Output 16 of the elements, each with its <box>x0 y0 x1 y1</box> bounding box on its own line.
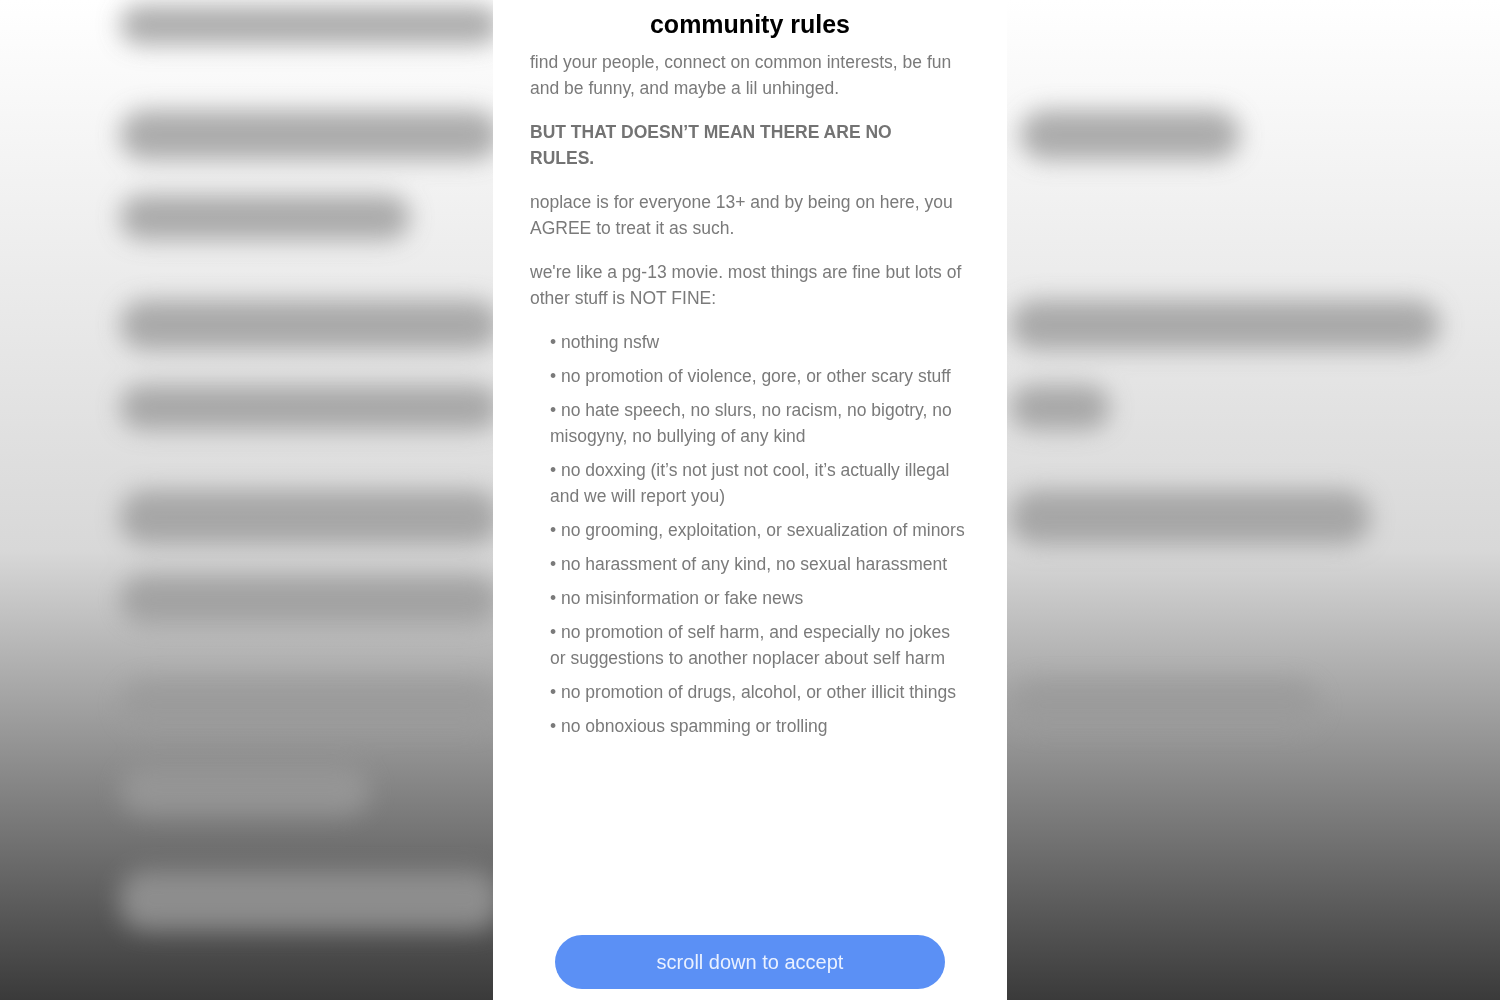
rule-item: • nothing nsfw <box>550 331 661 354</box>
rule-item: • no harassment of any kind, no sexual harassment <box>550 553 949 576</box>
body-text: find your people, connect on common interests, be fun and be funny, and maybe a lil unhinged. <box>530 51 953 100</box>
rule-item: • no misinformation or fake news <box>550 587 805 610</box>
accept-button[interactable]: scroll down to accept <box>555 935 945 989</box>
rule-item: • no promotion of self harm, and especially no jokes or suggestions to another noplacer about self harm <box>550 621 952 670</box>
rules-heading: BUT THAT DOESN’T MEAN THERE ARE NO RULES. <box>530 121 893 170</box>
rule-item: • no promotion of violence, gore, or other scary stuff <box>550 365 952 388</box>
rule-item: • no obnoxious spamming or trolling <box>550 715 829 738</box>
rule-item: • no grooming, exploitation, or sexualization of minors <box>550 519 966 542</box>
rule-item: • no promotion of drugs, alcohol, or other illicit things <box>550 681 957 704</box>
rule-item: • no doxxing (it’s not just not cool, it’s actually illegal and we will report you) <box>550 459 951 508</box>
screen-title: community rules <box>648 10 852 39</box>
body-text: we're like a pg-13 movie. most things are fine but lots of other stuff is NOT FINE: <box>530 261 963 310</box>
rule-item: • no hate speech, no slurs, no racism, no bigotry, no misogyny, no bullying of any kind <box>550 399 953 448</box>
body-text: noplace is for everyone 13+ and by being on here, you AGREE to treat it as such. <box>530 191 954 240</box>
